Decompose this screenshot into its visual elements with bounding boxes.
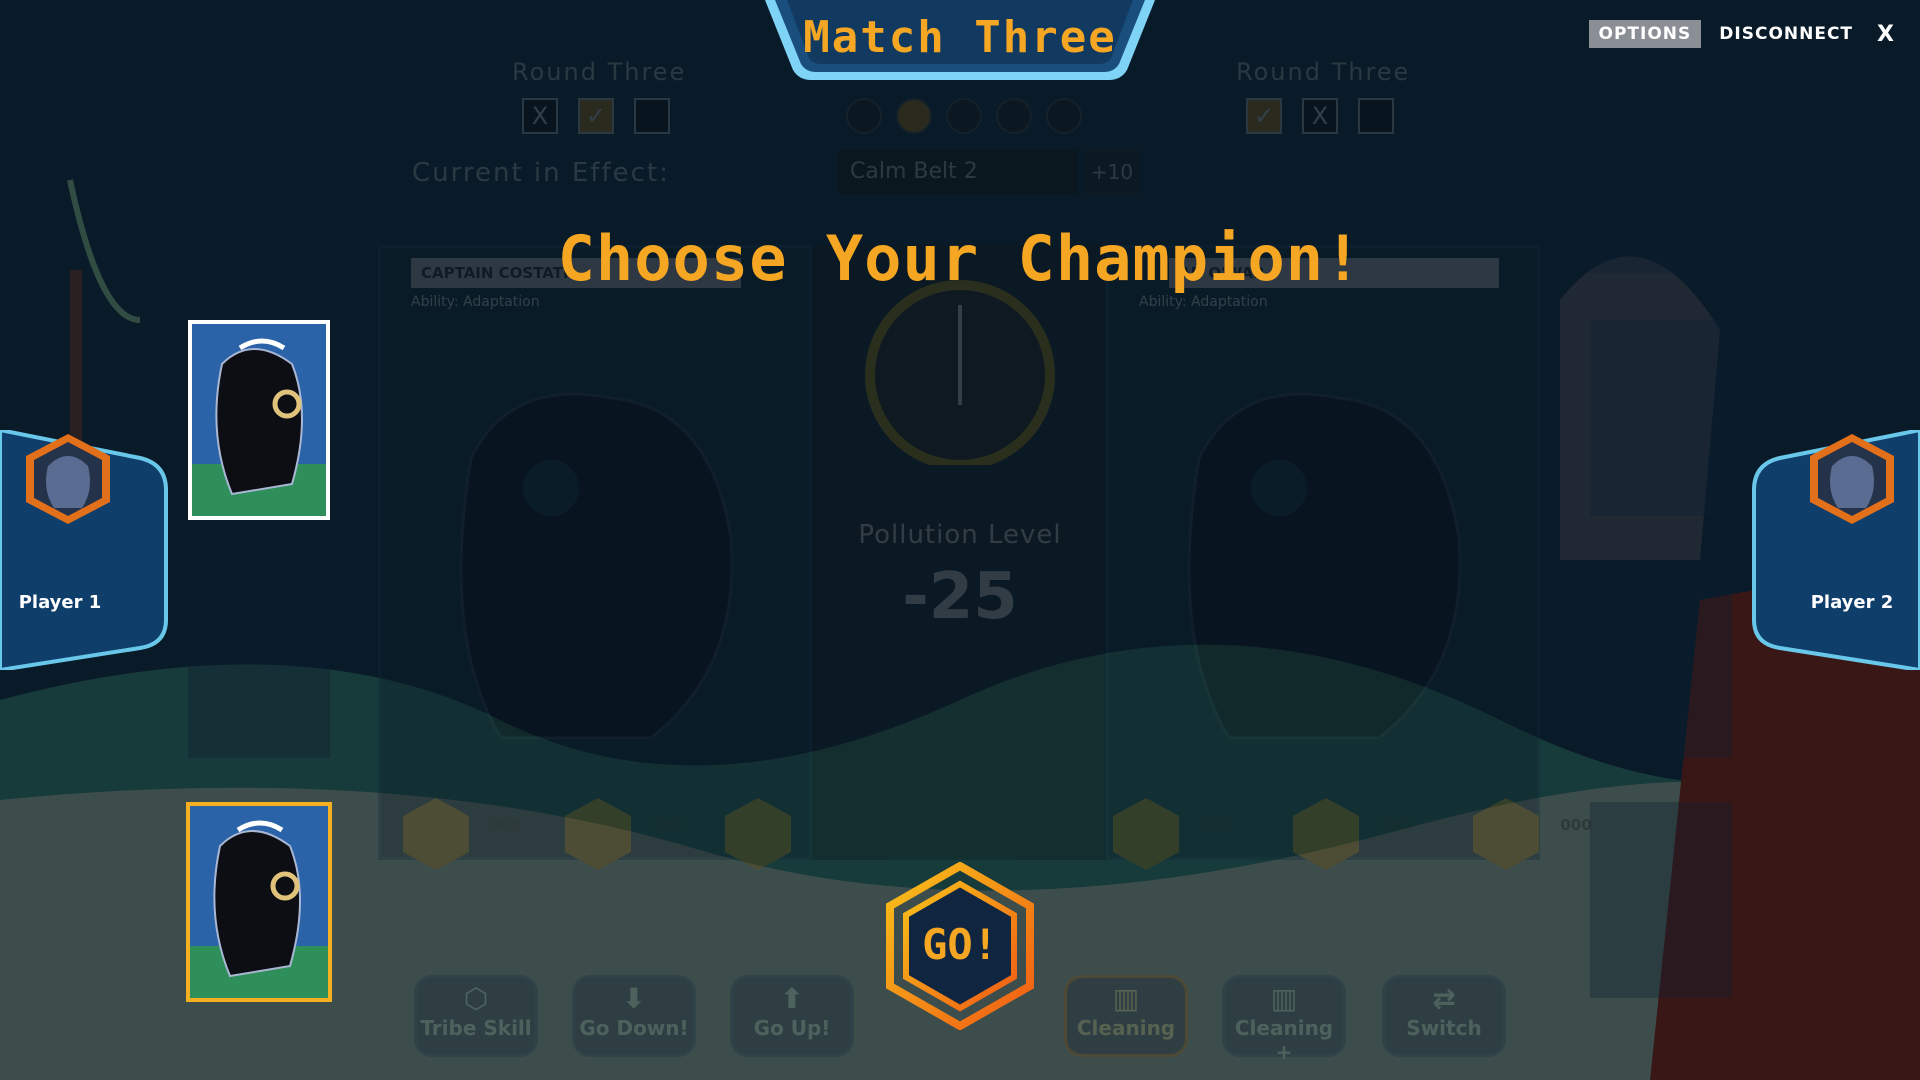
player2-card-slot-3	[1590, 562, 1732, 758]
top-menu: OPTIONS DISCONNECT X	[1588, 20, 1900, 48]
player2-card-slot-2	[1590, 320, 1732, 516]
choose-champion-headline: Choose Your Champion!	[557, 222, 1363, 295]
champion-card-art	[192, 324, 326, 516]
match-banner: Match Three	[765, 0, 1155, 82]
player1-card-slot-2[interactable]	[188, 320, 330, 520]
player2-name: Player 2	[1810, 592, 1894, 613]
options-button[interactable]: OPTIONS	[1588, 20, 1702, 48]
champion-card-art	[190, 806, 328, 998]
player1-card-slot-4[interactable]	[186, 802, 332, 1002]
close-button[interactable]: X	[1871, 22, 1900, 47]
player2-card-slot-4	[1590, 802, 1732, 998]
go-label: GO!	[922, 920, 998, 969]
player1-avatar	[26, 434, 110, 524]
player2-plate: Player 2	[1750, 430, 1920, 670]
disconnect-button[interactable]: DISCONNECT	[1719, 24, 1853, 44]
player1-plate: Player 1	[0, 430, 170, 670]
player2-avatar	[1810, 434, 1894, 524]
player1-name: Player 1	[18, 592, 102, 613]
go-button[interactable]: GO!	[884, 862, 1036, 1030]
match-title: Match Three	[803, 12, 1117, 63]
player1-card-slot-3[interactable]	[188, 562, 330, 758]
